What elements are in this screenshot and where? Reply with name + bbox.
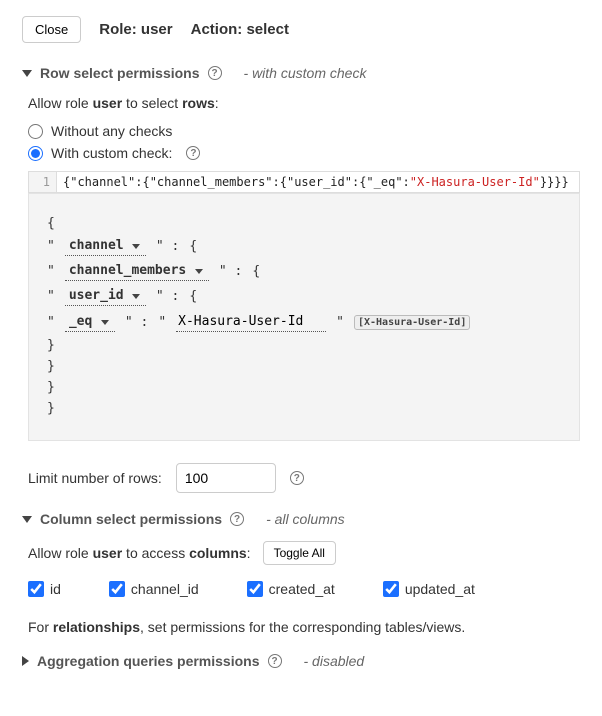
col-section-status: - all columns — [266, 511, 345, 527]
chevron-down-icon — [22, 70, 32, 77]
action-label: Action: select — [191, 21, 289, 38]
role-label: Role: user — [99, 21, 172, 38]
value-input[interactable] — [176, 312, 326, 332]
column-permissions-header[interactable]: Column select permissions ? - all column… — [22, 511, 580, 527]
column-checkbox-id[interactable]: id — [28, 581, 61, 597]
radio-no-checks-input[interactable] — [28, 124, 43, 139]
line-number: 1 — [29, 172, 57, 192]
close-button[interactable]: Close — [22, 16, 81, 43]
toggle-all-button[interactable]: Toggle All — [263, 541, 336, 565]
agg-section-status: - disabled — [304, 653, 365, 669]
radio-custom-check[interactable]: With custom check: ? — [28, 145, 580, 161]
operator-select[interactable]: _eq — [65, 313, 115, 332]
relationships-note: For relationships, set permissions for t… — [28, 619, 580, 635]
chevron-right-icon — [22, 656, 29, 666]
column-checkbox-updated-at[interactable]: updated_at — [383, 581, 475, 597]
help-icon[interactable]: ? — [268, 654, 282, 668]
session-var-chip[interactable]: [X-Hasura-User-Id] — [354, 315, 470, 330]
limit-label: Limit number of rows: — [28, 470, 162, 486]
json-text: {"channel":{"channel_members":{"user_id"… — [57, 172, 575, 192]
help-icon[interactable]: ? — [230, 512, 244, 526]
columns-list: id channel_id created_at updated_at — [28, 581, 580, 597]
field-select-channel[interactable]: channel — [65, 237, 146, 256]
agg-section-title: Aggregation queries permissions — [37, 653, 260, 669]
column-checkbox-channel-id[interactable]: channel_id — [109, 581, 199, 597]
row-permissions-header[interactable]: Row select permissions ? - with custom c… — [22, 65, 580, 81]
json-preview: 1 {"channel":{"channel_members":{"user_i… — [28, 171, 580, 193]
field-select-user-id[interactable]: user_id — [65, 287, 146, 306]
row-section-title: Row select permissions — [40, 65, 200, 81]
row-section-status: - with custom check — [244, 65, 367, 81]
col-section-title: Column select permissions — [40, 511, 222, 527]
field-select-channel-members[interactable]: channel_members — [65, 262, 209, 281]
col-allow-text: Allow role user to access columns: — [28, 545, 251, 561]
radio-no-checks[interactable]: Without any checks — [28, 123, 580, 139]
aggregation-permissions-header[interactable]: Aggregation queries permissions ? - disa… — [22, 653, 580, 669]
help-icon[interactable]: ? — [208, 66, 222, 80]
help-icon[interactable]: ? — [186, 146, 200, 160]
limit-input[interactable] — [176, 463, 276, 493]
column-checkbox-created-at[interactable]: created_at — [247, 581, 335, 597]
chevron-down-icon — [22, 516, 32, 523]
radio-custom-input[interactable] — [28, 146, 43, 161]
row-allow-text: Allow role user to select rows: — [28, 95, 580, 111]
help-icon[interactable]: ? — [290, 471, 304, 485]
filter-builder: { " channel " :{ " channel_members " :{ … — [28, 193, 580, 441]
